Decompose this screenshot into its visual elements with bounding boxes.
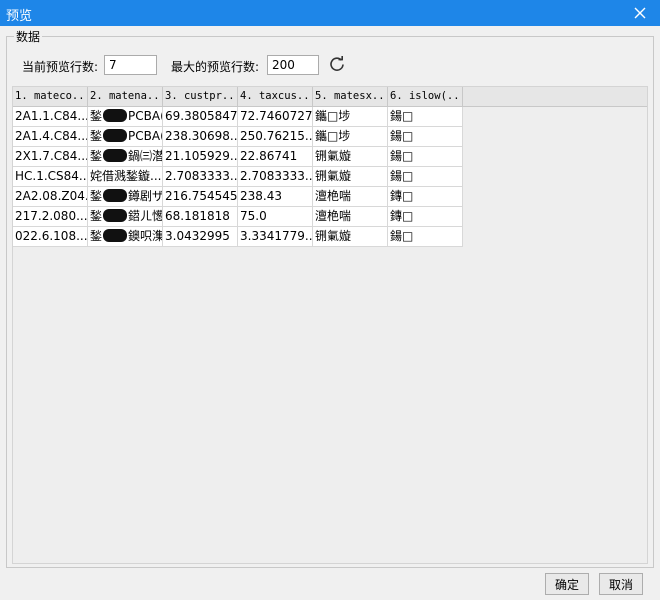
title-bar[interactable]: 预览 bbox=[0, 0, 660, 26]
table-cell[interactable]: 238.30698... bbox=[163, 127, 238, 147]
table-cell[interactable]: 鏄□ bbox=[388, 187, 463, 207]
table-cell[interactable]: 鍚□ bbox=[388, 127, 463, 147]
cell-text: 鐭呮潗... bbox=[128, 229, 163, 243]
current-rows-label: 当前预览行数: bbox=[22, 60, 99, 74]
redaction-mark bbox=[103, 189, 128, 202]
table-cell[interactable]: 22.86741 bbox=[238, 147, 313, 167]
column-header-4[interactable]: 4. taxcus... bbox=[238, 87, 313, 107]
table-cell[interactable]: 鑴□埗 bbox=[313, 127, 388, 147]
table-cell[interactable]: 68.181818 bbox=[163, 207, 238, 227]
table-cell[interactable]: 铏氭嫙 bbox=[313, 167, 388, 187]
table-cell[interactable]: 2A2.08.Z04... bbox=[13, 187, 88, 207]
table-cell[interactable]: 2A1.1.C84... bbox=[13, 107, 88, 127]
cell-text: 鍫 bbox=[90, 229, 103, 243]
table-cell[interactable]: 鏄□ bbox=[388, 207, 463, 227]
cell-text: 鍣ㄦ憽... bbox=[128, 209, 163, 223]
redaction-mark bbox=[103, 109, 128, 122]
close-icon bbox=[634, 7, 646, 19]
table-cell[interactable]: 217.2.080... bbox=[13, 207, 88, 227]
table-cell[interactable]: HC.1.CS84... bbox=[13, 167, 88, 187]
table-cell[interactable]: 216.754545 bbox=[163, 187, 238, 207]
table-cell[interactable]: 69.3805847 bbox=[163, 107, 238, 127]
cell-text: 鍫 bbox=[90, 189, 103, 203]
cell-text: 鍫 bbox=[90, 109, 103, 123]
table-cell[interactable]: 鍚□ bbox=[388, 147, 463, 167]
table-cell[interactable]: 鍫 鐏剧ザ... bbox=[88, 187, 163, 207]
cancel-button[interactable]: 取消 bbox=[599, 573, 643, 595]
cell-text: PCBA(... bbox=[128, 129, 162, 143]
table-cell[interactable]: 21.105929... bbox=[163, 147, 238, 167]
ok-button[interactable]: 确定 bbox=[545, 573, 589, 595]
table-cell[interactable]: 鍫 PCBA(... bbox=[88, 127, 163, 147]
max-rows-label: 最大的预览行数: bbox=[171, 60, 260, 74]
table-cell[interactable]: 鍫 PCBA(... bbox=[88, 107, 163, 127]
cell-text: 鐏剧ザ... bbox=[128, 189, 163, 203]
close-button[interactable] bbox=[630, 3, 650, 23]
table-cell[interactable]: 2.7083333... bbox=[238, 167, 313, 187]
table-cell[interactable]: 72.7460727 bbox=[238, 107, 313, 127]
window-title: 预览 bbox=[6, 9, 33, 24]
max-rows-input[interactable] bbox=[267, 55, 319, 75]
preview-grid[interactable]: 1. mateco... 2. matena... 3. custpr... 4… bbox=[12, 86, 648, 564]
column-header-3[interactable]: 3. custpr... bbox=[163, 87, 238, 107]
preview-dialog: 预览 数据 当前预览行数: 最大的预览行数: 1. mateco... 2. m… bbox=[0, 0, 660, 600]
table-cell[interactable]: 022.6.108... bbox=[13, 227, 88, 247]
current-rows-input[interactable] bbox=[104, 55, 157, 75]
redaction-mark bbox=[103, 209, 128, 222]
table-cell[interactable]: 2A1.4.C84... bbox=[13, 127, 88, 147]
cell-text: 鍫 bbox=[90, 209, 103, 223]
table-cell[interactable]: 2X1.7.C84... bbox=[13, 147, 88, 167]
table-cell[interactable]: 鍫 鍣ㄦ憽... bbox=[88, 207, 163, 227]
group-label: 数据 bbox=[14, 28, 43, 45]
table-cell[interactable]: 250.76215... bbox=[238, 127, 313, 147]
table-cell[interactable]: 铏氭嫙 bbox=[313, 227, 388, 247]
redaction-mark bbox=[103, 149, 128, 162]
table-cell[interactable]: 澶栬喘 bbox=[313, 187, 388, 207]
table-cell[interactable]: 鍚□ bbox=[388, 227, 463, 247]
column-header-2[interactable]: 2. matena... bbox=[88, 87, 163, 107]
table-cell[interactable]: 澶栬喘 bbox=[313, 207, 388, 227]
table-cell[interactable]: 3.0432995 bbox=[163, 227, 238, 247]
cell-text: 鍋㈢潜... bbox=[128, 149, 163, 163]
table-cell[interactable]: 鍚□ bbox=[388, 107, 463, 127]
cell-text: PCBA(... bbox=[128, 109, 162, 123]
table-cell[interactable]: 75.0 bbox=[238, 207, 313, 227]
table-cell[interactable]: 2.7083333... bbox=[163, 167, 238, 187]
column-header-6[interactable]: 6. islow(... bbox=[388, 87, 463, 107]
redaction-mark bbox=[103, 129, 128, 142]
column-header-5[interactable]: 5. matesx... bbox=[313, 87, 388, 107]
redaction-mark bbox=[103, 229, 128, 242]
table-cell[interactable]: 238.43 bbox=[238, 187, 313, 207]
column-header-1[interactable]: 1. mateco... bbox=[13, 87, 88, 107]
table-cell[interactable]: 鑴□埗 bbox=[313, 107, 388, 127]
table-cell[interactable]: 3.3341779... bbox=[238, 227, 313, 247]
cell-text: 鍫 bbox=[90, 129, 103, 143]
cell-text: 鍫 bbox=[90, 149, 103, 163]
table-cell[interactable]: 鍫 鐭呮潗... bbox=[88, 227, 163, 247]
table-cell[interactable]: 鍚□ bbox=[388, 167, 463, 187]
refresh-icon bbox=[330, 56, 344, 71]
cell-text: 姹借溅鍫鏇... bbox=[90, 169, 162, 183]
column-header-filler bbox=[463, 87, 647, 107]
table-cell[interactable]: 铏氭嫙 bbox=[313, 147, 388, 167]
table-cell[interactable]: 鍫 鍋㈢潜... bbox=[88, 147, 163, 167]
table-cell[interactable]: 姹借溅鍫鏇... bbox=[88, 167, 163, 187]
refresh-button[interactable] bbox=[328, 55, 346, 73]
